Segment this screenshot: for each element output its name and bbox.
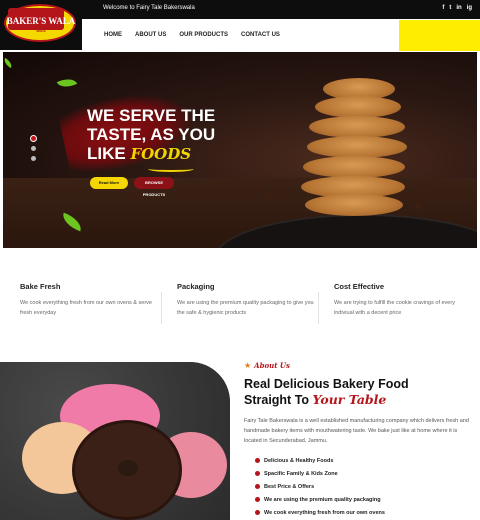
feature-title: Packaging	[177, 282, 215, 291]
about-image	[0, 362, 230, 520]
about-features-list: Delicious & Healthy Foods Spacific Famil…	[255, 454, 385, 519]
hero-line-3-prefix: LIKE	[87, 144, 126, 163]
about-title-line-2: Straight To Your Table	[244, 392, 469, 408]
hero-banner	[3, 52, 477, 248]
social-links: f t in ig	[442, 4, 472, 12]
hero-line-3: LIKE FOODS	[87, 144, 215, 164]
about-title-line-1: Real Delicious Bakery Food	[244, 377, 409, 391]
chocolate-chunk	[415, 204, 422, 209]
slide-dot-3[interactable]	[31, 156, 36, 161]
nav-products[interactable]: OUR PRODUCTS	[179, 32, 228, 38]
feature-title: Bake Fresh	[20, 282, 61, 291]
header-accent-block	[399, 20, 480, 51]
feature-packaging: Packaging We are using the premium quali…	[177, 282, 317, 318]
feature-text: We cook everything fresh from our own ov…	[20, 300, 152, 316]
feature-divider	[161, 292, 162, 324]
cookie	[303, 156, 405, 178]
check-icon	[255, 510, 260, 515]
feature-title: Cost Effective	[334, 282, 385, 291]
read-more-button[interactable]: Read More	[90, 177, 128, 189]
feature-bake-fresh: Bake Fresh We cook everything fresh from…	[20, 282, 160, 318]
logo-name: BAKER'S WALA	[6, 16, 76, 26]
list-item: Spacific Family & Kids Zone	[255, 467, 385, 480]
chocolate-chunk	[265, 194, 273, 201]
hero-line-1: WE SERVE THE	[87, 106, 216, 125]
cookie	[309, 116, 405, 138]
check-icon	[255, 471, 260, 476]
welcome-text: Welcome to Fairy Tale Bakerswala	[103, 5, 195, 11]
chef-hat-icon: ★	[244, 361, 252, 370]
feature-cost-effective: Cost Effective We are trying to fulfill …	[334, 282, 474, 318]
facebook-icon[interactable]: f	[442, 4, 444, 12]
check-icon	[255, 497, 260, 502]
feature-divider	[318, 292, 319, 324]
chocolate-chunk	[421, 184, 427, 189]
hero-highlight: FOODS	[130, 145, 192, 163]
instagram-icon[interactable]: ig	[467, 4, 472, 12]
hero-headline: WE SERVE THE TASTE, AS YOU LIKE FOODS	[87, 106, 215, 164]
cookie	[307, 136, 407, 158]
list-item: We cook everything fresh from our own ov…	[255, 506, 385, 519]
nav-contact[interactable]: CONTACT US	[241, 32, 280, 38]
browse-products-button[interactable]: BROWSE PRODUCTS	[134, 177, 174, 197]
features-row: Bake Fresh We cook everything fresh from…	[0, 282, 480, 332]
list-item: We are using the premium quality packagi…	[255, 493, 385, 506]
linkedin-icon[interactable]: in	[456, 4, 461, 12]
feature-text: We are trying to fulfill the cookie crav…	[334, 300, 455, 316]
section-tag-label: About Us	[254, 361, 290, 370]
logo-since: SINCE	[36, 29, 46, 33]
donut-hole	[118, 460, 138, 476]
cookie	[305, 194, 403, 216]
about-title-prefix: Straight To	[244, 393, 310, 407]
check-icon	[255, 484, 260, 489]
check-icon	[255, 458, 260, 463]
chocolate-chunk	[255, 186, 261, 191]
cookie	[315, 96, 401, 118]
slide-dot-1[interactable]	[31, 136, 36, 141]
list-item-label: Delicious & Healthy Foods	[264, 457, 334, 464]
about-description: Fairy Tale Bakerswala is a well establis…	[244, 418, 469, 444]
slide-dot-2[interactable]	[31, 146, 36, 151]
logo-tagline: FAIRY TALE	[24, 9, 58, 14]
list-item: Delicious & Healthy Foods	[255, 454, 385, 467]
brand-logo[interactable]: FAIRY TALE BAKER'S WALA SINCE	[0, 0, 82, 50]
list-item: Best Price & Offers	[255, 480, 385, 493]
nav-home[interactable]: HOME	[104, 32, 122, 38]
about-title: Real Delicious Bakery Food Straight To Y…	[244, 376, 469, 408]
twitter-icon[interactable]: t	[449, 4, 451, 12]
about-title-highlight: Your Table	[312, 392, 387, 407]
list-item-label: Spacific Family & Kids Zone	[264, 470, 338, 477]
list-item-label: We cook everything fresh from our own ov…	[264, 509, 385, 516]
slider-pagination	[31, 136, 36, 161]
feature-text: We are using the premium quality packagi…	[177, 300, 314, 316]
highlight-underline	[148, 166, 194, 172]
section-tag: ★ About Us	[244, 361, 290, 370]
hero-line-2: TASTE, AS YOU	[87, 125, 216, 144]
nav-about[interactable]: ABOUT US	[135, 32, 166, 38]
list-item-label: We are using the premium quality packagi…	[264, 496, 381, 503]
list-item-label: Best Price & Offers	[264, 483, 315, 490]
